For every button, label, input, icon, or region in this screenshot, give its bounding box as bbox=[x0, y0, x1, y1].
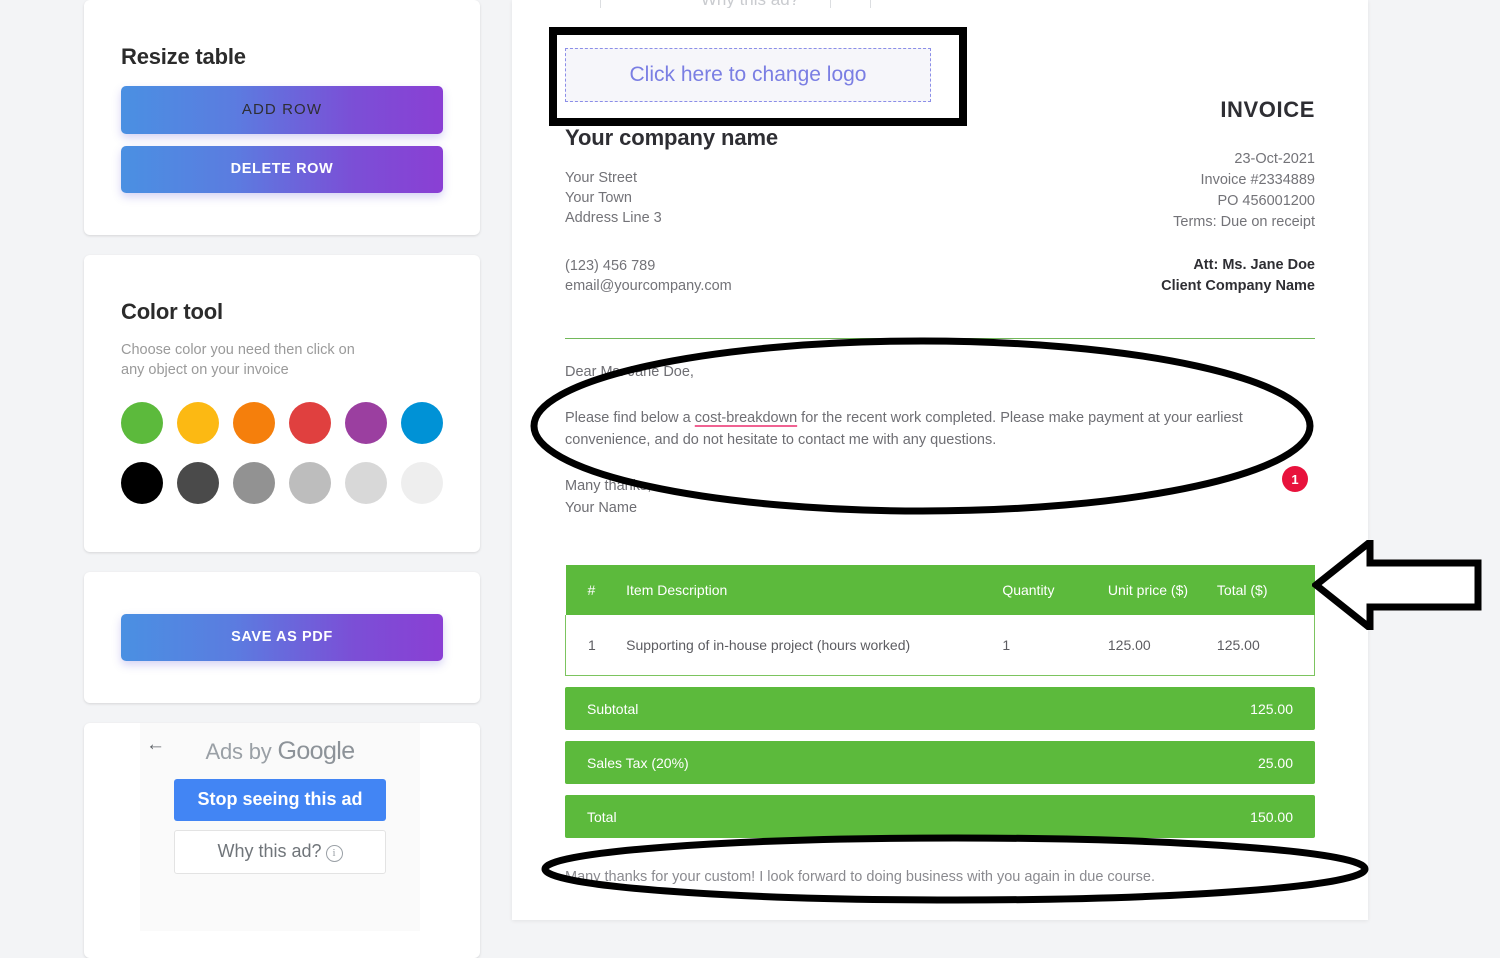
delete-row-button[interactable]: DELETE ROW bbox=[121, 146, 443, 193]
color-tool-title: Color tool bbox=[121, 299, 223, 324]
resize-table-panel: Resize table ADD ROW DELETE ROW bbox=[84, 0, 480, 235]
cell-unit-price[interactable]: 125.00 bbox=[1107, 615, 1217, 676]
misspelled-word: cost-breakdown bbox=[694, 410, 798, 426]
panel-spacer bbox=[121, 193, 443, 235]
stop-seeing-this-ad-button[interactable]: Stop seeing this ad bbox=[174, 779, 386, 822]
subtotal-label: Subtotal bbox=[587, 700, 639, 717]
purchase-order[interactable]: PO 456001200 bbox=[1173, 191, 1315, 212]
ads-by-text: Ads by bbox=[205, 739, 278, 765]
resize-table-title: Resize table bbox=[121, 44, 246, 69]
subtotal-row[interactable]: Subtotal 125.00 bbox=[565, 687, 1315, 730]
signoff[interactable]: Many thanks, Your Name bbox=[565, 475, 1315, 519]
top-cutoff-ad-remnant: Why this ad? bbox=[620, 0, 880, 8]
invoice-number[interactable]: Invoice #2334889 bbox=[1173, 170, 1316, 191]
signoff-line: Many thanks, bbox=[565, 478, 652, 494]
payment-terms[interactable]: Terms: Due on receipt bbox=[1173, 212, 1315, 233]
color-swatch-dark-gray[interactable] bbox=[177, 462, 219, 505]
column-header-unit-price[interactable]: Unit price ($) bbox=[1107, 565, 1217, 615]
add-row-button[interactable]: ADD ROW bbox=[121, 86, 443, 134]
sales-tax-value: 25.00 bbox=[1257, 754, 1293, 771]
table-head: # Item Description Quantity Unit price (… bbox=[565, 565, 1315, 615]
table-body: 1 Supporting of in-house project (hours … bbox=[565, 615, 1315, 676]
client-company-name[interactable]: Client Company Name bbox=[1161, 276, 1315, 297]
color-swatch-yellow[interactable] bbox=[177, 402, 219, 445]
google-ad-panel: Ads by Google Stop seeing this ad Why th… bbox=[84, 723, 480, 958]
invoice-header-block: INVOICE 23-Oct-2021 Invoice #2334889 PO … bbox=[1173, 97, 1315, 233]
letter-paragraph[interactable]: Please find below a cost-breakdown for t… bbox=[565, 407, 1315, 451]
ad-content: Ads by Google Stop seeing this ad Why th… bbox=[140, 723, 420, 932]
line-items-section: # Item Description Quantity Unit price (… bbox=[565, 565, 1315, 676]
column-header-description[interactable]: Item Description bbox=[626, 565, 1003, 615]
column-header-number[interactable]: # bbox=[565, 565, 627, 615]
grand-total-row[interactable]: Total 150.00 bbox=[565, 795, 1315, 838]
save-as-pdf-button[interactable]: SAVE AS PDF bbox=[121, 614, 443, 662]
color-swatch-green[interactable] bbox=[121, 402, 163, 445]
table-row: 1 Supporting of in-house project (hours … bbox=[565, 615, 1315, 676]
accent-divider bbox=[565, 338, 1315, 339]
color-swatch-gray[interactable] bbox=[233, 462, 275, 505]
color-swatch-lighter-gray[interactable] bbox=[345, 462, 387, 505]
color-tool-panel: Color tool Choose color you need then cl… bbox=[84, 255, 480, 553]
cell-total[interactable]: 125.00 bbox=[1216, 615, 1315, 676]
grand-total-value: 150.00 bbox=[1250, 808, 1293, 825]
signature-name: Your Name bbox=[565, 500, 638, 516]
color-swatch-red[interactable] bbox=[289, 402, 331, 445]
panel-gap bbox=[84, 552, 480, 572]
client-attention-block: Att: Ms. Jane Doe Client Company Name bbox=[1161, 255, 1315, 297]
letter-text-before: Please find below a bbox=[565, 410, 695, 426]
color-swatch-orange[interactable] bbox=[233, 402, 275, 445]
salutation[interactable]: Dear Ms. Jane Doe, bbox=[565, 361, 1315, 383]
panel-gap bbox=[84, 235, 480, 255]
attention-contact[interactable]: Att: Ms. Jane Doe bbox=[1161, 255, 1315, 276]
color-swatch-near-white[interactable] bbox=[401, 462, 443, 505]
grand-total-label: Total bbox=[587, 808, 617, 825]
cell-quantity[interactable]: 1 bbox=[1002, 615, 1108, 676]
panel-spacer bbox=[121, 510, 443, 552]
ads-by-google-label: Ads by Google bbox=[140, 723, 420, 766]
column-header-quantity[interactable]: Quantity bbox=[1002, 565, 1108, 615]
cell-number[interactable]: 1 bbox=[565, 615, 627, 676]
change-logo-dropzone[interactable]: Click here to change logo bbox=[565, 48, 931, 102]
why-this-ad-button[interactable]: Why this ad? i bbox=[174, 830, 386, 875]
color-swatch-black[interactable] bbox=[121, 462, 163, 505]
color-tool-subtitle: Choose color you need then click on any … bbox=[121, 342, 355, 378]
color-swatch-light-gray[interactable] bbox=[289, 462, 331, 505]
color-swatch-grid bbox=[121, 402, 443, 510]
why-this-ad-label: Why this ad? bbox=[217, 841, 322, 862]
letter-body: Dear Ms. Jane Doe, Please find below a c… bbox=[565, 361, 1315, 519]
column-header-total[interactable]: Total ($) bbox=[1216, 565, 1315, 615]
info-icon: i bbox=[325, 845, 343, 863]
color-swatch-purple[interactable] bbox=[345, 402, 387, 445]
left-sidebar: Resize table ADD ROW DELETE ROW Color to… bbox=[84, 0, 480, 958]
annotation-badge-1: 1 bbox=[1282, 466, 1308, 492]
ghost-divider bbox=[870, 0, 871, 8]
subtotal-value: 125.00 bbox=[1250, 700, 1293, 717]
google-wordmark: Google bbox=[277, 737, 355, 766]
panel-gap bbox=[84, 703, 480, 723]
sales-tax-label: Sales Tax (20%) bbox=[587, 754, 689, 771]
invoice-footer-note[interactable]: Many thanks for your custom! I look forw… bbox=[565, 869, 1315, 885]
invoice-document: Click here to change logo Your company n… bbox=[512, 0, 1368, 920]
ad-back-arrow-icon[interactable]: ← bbox=[146, 735, 165, 754]
sales-tax-row[interactable]: Sales Tax (20%) 25.00 bbox=[565, 741, 1315, 784]
cell-description[interactable]: Supporting of in-house project (hours wo… bbox=[626, 615, 1003, 676]
invoice-heading: INVOICE bbox=[1220, 97, 1315, 122]
save-panel: SAVE AS PDF bbox=[84, 572, 480, 704]
invoice-date[interactable]: 23-Oct-2021 bbox=[1173, 149, 1315, 170]
ghost-divider bbox=[600, 0, 601, 8]
line-items-table: # Item Description Quantity Unit price (… bbox=[565, 565, 1315, 676]
ghost-divider bbox=[830, 0, 831, 8]
table-header-row: # Item Description Quantity Unit price (… bbox=[565, 565, 1315, 615]
color-swatch-blue[interactable] bbox=[401, 402, 443, 445]
